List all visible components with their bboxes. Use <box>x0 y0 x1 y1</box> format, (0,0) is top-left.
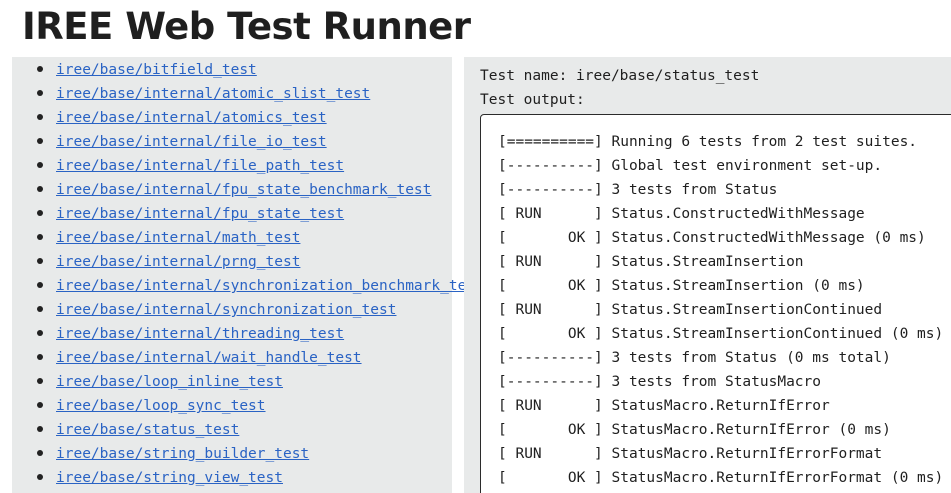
test-link[interactable]: iree/base/loop_inline_test <box>56 374 283 390</box>
test-output-label: Test output: <box>480 92 585 108</box>
test-link[interactable]: iree/base/internal/file_io_test <box>56 134 327 150</box>
list-item: iree/base/loop_inline_test <box>12 369 484 393</box>
test-list: iree/base/bitfield_test iree/base/interna… <box>12 57 484 489</box>
bullet-icon <box>37 114 43 120</box>
bullet-icon <box>37 258 43 264</box>
output-line: [ OK ] StatusMacro.ReturnIfErrorFormat (… <box>498 470 944 486</box>
test-name-label: Test name: iree/base/status_test <box>480 68 760 84</box>
output-line: [ OK ] Status.StreamInsertion (0 ms) <box>498 278 865 294</box>
test-link[interactable]: iree/base/status_test <box>56 422 239 438</box>
list-item: iree/base/internal/math_test <box>12 225 484 249</box>
test-link[interactable]: iree/base/internal/wait_handle_test <box>56 350 362 366</box>
test-link[interactable]: iree/base/internal/synchronization_bench… <box>56 278 484 294</box>
bullet-icon <box>37 162 43 168</box>
output-line: [ RUN ] Status.ConstructedWithMessage <box>498 206 865 222</box>
output-line: [ RUN ] StatusMacro.ReturnIfErrorFormat <box>498 446 883 462</box>
bullet-icon <box>37 186 43 192</box>
list-item: iree/base/bitfield_test <box>12 57 484 81</box>
output-line: [----------] 3 tests from Status (0 ms t… <box>498 350 891 366</box>
bullet-icon <box>37 354 43 360</box>
bullet-icon <box>37 450 43 456</box>
test-output-lines: [==========] Running 6 tests from 2 test… <box>498 130 943 490</box>
bullet-icon <box>37 66 43 72</box>
output-line: [ RUN ] Status.StreamInsertion <box>498 254 804 270</box>
output-line: [ RUN ] Status.StreamInsertionContinued <box>498 302 883 318</box>
bullet-icon <box>37 282 43 288</box>
output-line: [----------] 3 tests from StatusMacro <box>498 374 822 390</box>
list-item: iree/base/string_view_test <box>12 465 484 489</box>
list-item: iree/base/internal/file_path_test <box>12 153 484 177</box>
test-link[interactable]: iree/base/string_view_test <box>56 470 283 486</box>
test-link[interactable]: iree/base/internal/fpu_state_test <box>56 206 344 222</box>
bullet-icon <box>37 306 43 312</box>
bullet-icon <box>37 474 43 480</box>
test-link[interactable]: iree/base/internal/math_test <box>56 230 300 246</box>
test-output-box[interactable]: [==========] Running 6 tests from 2 test… <box>480 114 951 493</box>
bullet-icon <box>37 90 43 96</box>
list-item: iree/base/status_test <box>12 417 484 441</box>
list-item: iree/base/internal/wait_handle_test <box>12 345 484 369</box>
test-link[interactable]: iree/base/loop_sync_test <box>56 398 266 414</box>
list-item: iree/base/internal/atomics_test <box>12 105 484 129</box>
bullet-icon <box>37 138 43 144</box>
list-item: iree/base/internal/prng_test <box>12 249 484 273</box>
test-link[interactable]: iree/base/internal/file_path_test <box>56 158 344 174</box>
bullet-icon <box>37 210 43 216</box>
list-item: iree/base/internal/fpu_state_test <box>12 201 484 225</box>
bullet-icon <box>37 426 43 432</box>
list-item: iree/base/internal/file_io_test <box>12 129 484 153</box>
bullet-icon <box>37 402 43 408</box>
test-link[interactable]: iree/base/internal/threading_test <box>56 326 344 342</box>
test-link[interactable]: iree/base/internal/prng_test <box>56 254 300 270</box>
output-line: [----------] 3 tests from Status <box>498 182 778 198</box>
test-link[interactable]: iree/base/internal/atomics_test <box>56 110 327 126</box>
test-link[interactable]: iree/base/internal/atomic_slist_test <box>56 86 370 102</box>
output-line: [ OK ] Status.ConstructedWithMessage (0 … <box>498 230 926 246</box>
test-link[interactable]: iree/base/internal/fpu_state_benchmark_t… <box>56 182 431 198</box>
test-link[interactable]: iree/base/string_builder_test <box>56 446 309 462</box>
bullet-icon <box>37 378 43 384</box>
output-line: [----------] Global test environment set… <box>498 158 883 174</box>
list-item: iree/base/internal/threading_test <box>12 321 484 345</box>
bullet-icon <box>37 234 43 240</box>
list-item: iree/base/internal/atomic_slist_test <box>12 81 484 105</box>
output-line: [==========] Running 6 tests from 2 test… <box>498 134 918 150</box>
bullet-icon <box>37 330 43 336</box>
test-result-panel: Test name: iree/base/status_test Test ou… <box>464 57 951 493</box>
output-line: [ OK ] Status.StreamInsertionContinued (… <box>498 326 944 342</box>
output-line: [ RUN ] StatusMacro.ReturnIfError <box>498 398 830 414</box>
list-item: iree/base/internal/fpu_state_benchmark_t… <box>12 177 484 201</box>
test-link[interactable]: iree/base/internal/synchronization_test <box>56 302 396 318</box>
test-link[interactable]: iree/base/bitfield_test <box>56 62 257 78</box>
list-item: iree/base/internal/synchronization_test <box>12 297 484 321</box>
test-list-panel: iree/base/bitfield_test iree/base/interna… <box>12 57 484 493</box>
list-item: iree/base/loop_sync_test <box>12 393 484 417</box>
list-item: iree/base/string_builder_test <box>12 441 484 465</box>
page-title: IREE Web Test Runner <box>22 5 471 48</box>
output-line: [ OK ] StatusMacro.ReturnIfError (0 ms) <box>498 422 891 438</box>
list-item: iree/base/internal/synchronization_bench… <box>12 273 484 297</box>
